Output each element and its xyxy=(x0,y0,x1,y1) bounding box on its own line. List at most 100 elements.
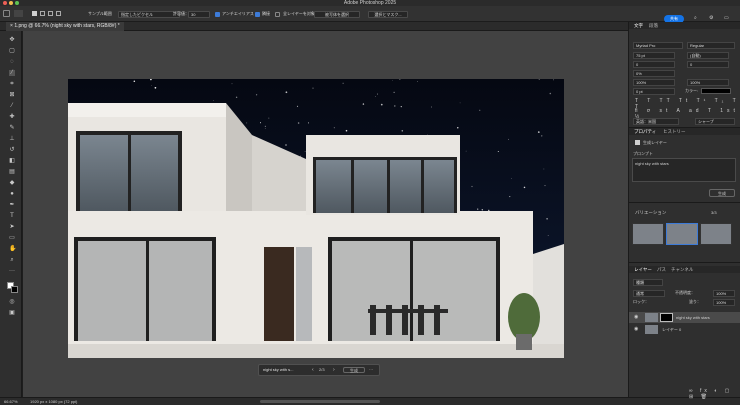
move-tool-icon[interactable]: ✥ xyxy=(9,37,15,43)
quick-mask-icon[interactable]: ◎ xyxy=(9,299,15,305)
lasso-tool-icon[interactable]: ◌ xyxy=(9,59,15,65)
new-selection-icon[interactable] xyxy=(32,11,37,16)
pen-tool-icon[interactable]: ✒ xyxy=(9,202,15,208)
kerning-input[interactable]: 0 xyxy=(633,61,675,68)
zoom-tool-icon[interactable]: ⌕ xyxy=(9,257,15,263)
sample-size-select[interactable]: 指定したピクセル xyxy=(118,11,180,18)
blend-mode-select[interactable]: 通常 xyxy=(633,290,665,297)
variation-thumbnail-3[interactable] xyxy=(700,223,732,245)
tab-properties[interactable]: プロパティ xyxy=(634,128,656,135)
frame-tool-icon[interactable]: ⊠ xyxy=(9,92,15,98)
all-layers-checkbox[interactable] xyxy=(275,12,280,17)
close-tab-icon[interactable]: × xyxy=(10,23,13,29)
intersect-selection-icon[interactable] xyxy=(56,11,61,16)
dodge-tool-icon[interactable]: ● xyxy=(9,191,15,197)
tab-paragraph[interactable]: 段落 xyxy=(649,22,658,29)
font-family-select[interactable]: Myriad Pro xyxy=(633,42,683,49)
layer-name[interactable]: レイヤー 0 xyxy=(662,324,681,335)
star xyxy=(246,122,248,124)
background-color-swatch[interactable] xyxy=(11,286,18,293)
screen-mode-icon[interactable]: ▣ xyxy=(9,310,15,316)
antialias-label: アンチエイリアス xyxy=(222,11,254,16)
vertical-scale-input[interactable]: 100% xyxy=(633,79,675,86)
zoom-level[interactable]: 66.67% xyxy=(4,398,18,405)
taskbar-more-button[interactable]: ··· xyxy=(369,365,373,375)
clone-stamp-icon[interactable]: ⊥ xyxy=(9,136,15,142)
tsume-input[interactable]: 0% xyxy=(633,70,675,77)
star xyxy=(212,100,214,101)
search-icon[interactable]: ⌕ xyxy=(694,15,697,21)
gradient-tool-icon[interactable]: ▤ xyxy=(9,169,15,175)
antialias-select[interactable]: シャープ xyxy=(695,118,735,125)
path-selection-icon[interactable]: ➤ xyxy=(9,224,15,230)
crop-tool-icon[interactable]: ⌗ xyxy=(9,81,15,87)
horizontal-scale-input[interactable]: 100% xyxy=(687,79,729,86)
tab-character[interactable]: 文字 xyxy=(634,22,643,29)
rectangle-tool-icon[interactable]: ▭ xyxy=(9,235,15,241)
star xyxy=(471,185,473,188)
horizontal-scrollbar[interactable] xyxy=(260,400,380,403)
fill-input[interactable]: 100% xyxy=(713,299,735,306)
select-subject-button[interactable]: 被写体を選択 xyxy=(314,11,360,18)
next-variation-icon[interactable]: › xyxy=(333,367,335,373)
subtract-selection-icon[interactable] xyxy=(48,11,53,16)
previous-variation-icon[interactable]: ‹ xyxy=(312,367,314,373)
taskbar-prompt-input[interactable]: night sky with s... xyxy=(263,365,311,375)
baseline-shift-input[interactable]: 0 pt xyxy=(633,88,675,95)
all-layers-label: 全レイヤーを対象 xyxy=(283,11,315,16)
tolerance-label: 許容値： xyxy=(173,11,189,16)
layers-footer-buttons[interactable]: ∞ fx ◐ ▢ ⊞ 🗑 xyxy=(689,388,740,400)
more-tools-icon[interactable]: ··· xyxy=(9,268,15,274)
font-size-input[interactable]: 75 pt xyxy=(633,52,675,59)
history-brush-icon[interactable]: ↺ xyxy=(9,147,15,153)
opacity-input[interactable]: 100% xyxy=(713,290,735,297)
workspace-icon[interactable]: ▭ xyxy=(724,15,729,21)
gear-icon[interactable]: ⚙ xyxy=(709,15,713,21)
layer-name[interactable]: night sky with stars xyxy=(676,312,710,323)
magic-wand-tool-preset-icon[interactable] xyxy=(14,10,23,17)
home-icon[interactable] xyxy=(3,10,10,17)
variation-thumbnail-2[interactable] xyxy=(666,223,698,245)
layer-filter-select[interactable]: 種類 xyxy=(633,279,663,286)
eyedropper-tool-icon[interactable]: ⁄ xyxy=(9,103,15,109)
tolerance-input[interactable]: 30 xyxy=(188,11,210,18)
select-and-mask-button[interactable]: 選択とマスク... xyxy=(368,11,408,18)
hand-tool-icon[interactable]: ✋ xyxy=(9,246,16,252)
tracking-input[interactable]: 0 xyxy=(687,61,729,68)
layer-row-base[interactable]: ◉ レイヤー 0 xyxy=(629,324,740,335)
star xyxy=(481,209,484,211)
variation-thumbnail-1[interactable] xyxy=(632,223,664,245)
tab-paths[interactable]: パス xyxy=(657,266,666,273)
magic-wand-tool-icon[interactable]: ⁄ xyxy=(9,70,15,76)
contiguous-checkbox[interactable] xyxy=(255,12,260,17)
document-canvas[interactable] xyxy=(68,79,564,358)
language-select[interactable]: 英語：米国 xyxy=(633,118,679,125)
eraser-tool-icon[interactable]: ◧ xyxy=(9,158,15,164)
add-selection-icon[interactable] xyxy=(40,11,45,16)
star xyxy=(333,127,335,129)
star xyxy=(459,102,461,104)
antialias-checkbox[interactable] xyxy=(215,12,220,17)
visibility-eye-icon[interactable]: ◉ xyxy=(634,326,638,332)
text-color-swatch[interactable] xyxy=(701,88,731,94)
brush-tool-icon[interactable]: ✎ xyxy=(9,125,15,131)
opacity-label: 不透明度： xyxy=(675,290,695,295)
generate-button[interactable]: 生成 xyxy=(709,189,735,197)
tab-channels[interactable]: チャンネル xyxy=(671,266,693,273)
status-bar: 66.67% 1920 px x 1080 px (72 ppi) xyxy=(0,397,740,405)
healing-brush-icon[interactable]: ✚ xyxy=(9,114,15,120)
visibility-eye-icon[interactable]: ◉ xyxy=(634,314,638,320)
blur-tool-icon[interactable]: ◆ xyxy=(9,180,15,186)
type-tool-icon[interactable]: T xyxy=(9,213,15,219)
layer-row-generative[interactable]: ◉ night sky with stars xyxy=(629,312,740,323)
prompt-textarea[interactable]: night sky with stars xyxy=(632,158,736,182)
document-dimensions[interactable]: 1920 px x 1080 px (72 ppi) xyxy=(30,398,77,405)
tab-layers[interactable]: レイヤー xyxy=(634,266,652,273)
leading-input[interactable]: (自動) xyxy=(687,52,729,59)
star xyxy=(549,92,552,95)
taskbar-generate-button[interactable]: 生成 xyxy=(343,367,365,373)
artboard-tool-icon[interactable]: ▢ xyxy=(9,48,15,54)
tab-history[interactable]: ヒストリー xyxy=(663,128,686,135)
document-tab[interactable]: × 1.png @ 66.7% (night sky with stars, R… xyxy=(6,22,124,31)
font-style-select[interactable]: Regular xyxy=(687,42,735,49)
